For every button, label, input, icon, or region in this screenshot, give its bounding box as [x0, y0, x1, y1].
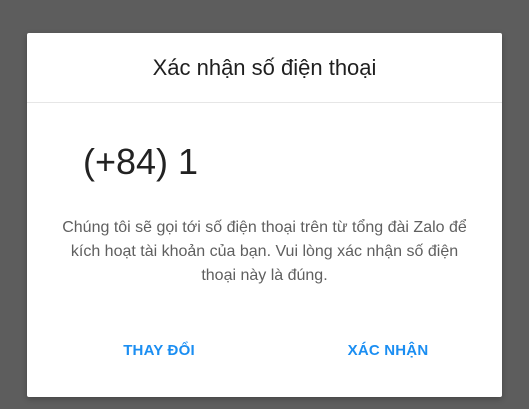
dialog-title: Xác nhận số điện thoại: [152, 54, 377, 80]
dialog-header: Xác nhận số điện thoại: [27, 33, 502, 103]
phone-number: (+84) 1: [83, 141, 199, 182]
dialog-message: Chúng tôi sẽ gọi tới số điện thoại trên …: [62, 219, 467, 284]
dialog-actions: THAY ĐỔI XÁC NHẬN: [27, 330, 502, 370]
change-button[interactable]: THAY ĐỔI: [99, 330, 219, 370]
confirm-phone-dialog: Xác nhận số điện thoại (+84) 1 Chúng tôi…: [27, 33, 502, 397]
confirm-button[interactable]: XÁC NHẬN: [323, 330, 453, 370]
